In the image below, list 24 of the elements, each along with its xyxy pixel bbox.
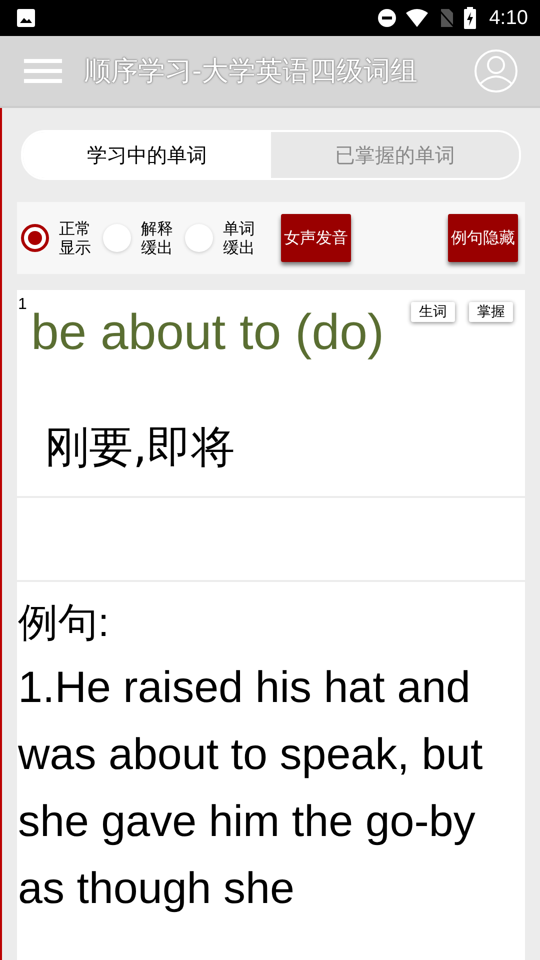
- example-heading: 例句:: [18, 600, 110, 647]
- word-index: 1: [18, 296, 27, 314]
- radio-label: 解释缓出: [141, 218, 174, 258]
- action-button[interactable]: 女声发音: [281, 214, 351, 262]
- status-time: 4:10: [489, 6, 528, 30]
- tab[interactable]: 学习中的单词: [23, 132, 271, 178]
- toolbar-title: 顺序学习-大学英语四级词组: [84, 55, 419, 89]
- wifi-icon: [405, 8, 430, 28]
- tag-button[interactable]: 掌握: [469, 302, 513, 322]
- menu-icon[interactable]: [24, 58, 62, 84]
- image-icon: [16, 8, 36, 28]
- radio-label: 单词缓出: [223, 218, 256, 258]
- radio-label: 正常显示: [59, 218, 92, 258]
- word-meaning: 刚要,即将: [45, 421, 235, 475]
- tag-button[interactable]: 生词: [411, 302, 455, 322]
- radio-button[interactable]: [185, 224, 213, 252]
- battery-charging-icon: [463, 7, 478, 29]
- example-sentence: 1.He raised his hat and was about to speak, but she gave him the go-by as though she: [18, 662, 484, 915]
- action-button[interactable]: 例句隐藏: [448, 214, 518, 262]
- radio-button[interactable]: [103, 224, 131, 252]
- do-not-disturb-icon: [377, 8, 398, 28]
- word-text: be about to (do): [31, 303, 384, 362]
- radio-button[interactable]: [21, 224, 49, 252]
- user-icon[interactable]: [474, 49, 518, 93]
